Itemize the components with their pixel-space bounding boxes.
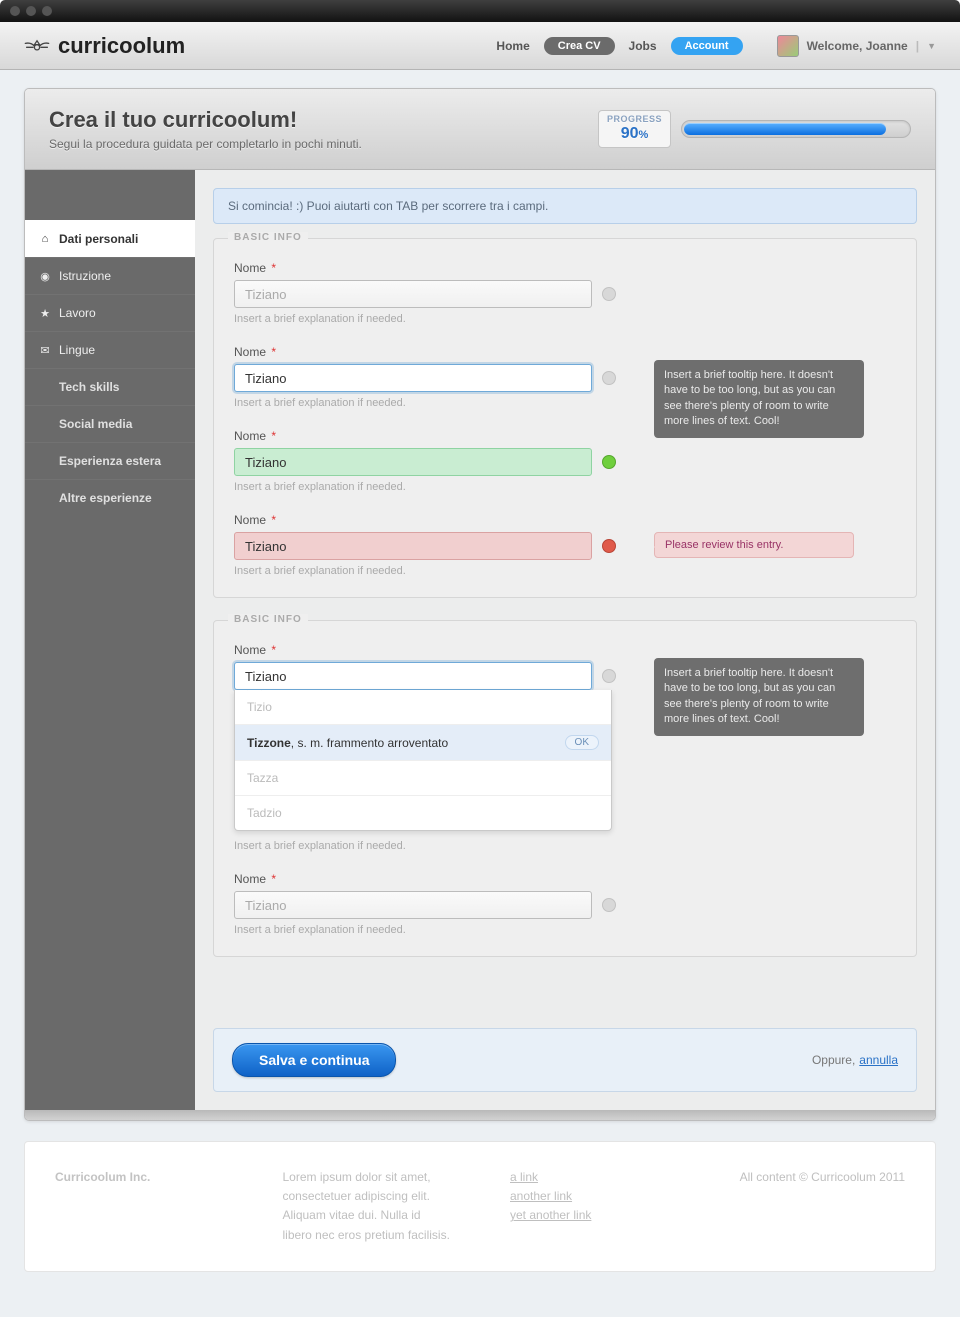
field-nome-default: Nome * Insert a brief explanation if nee… [234,261,896,325]
footer-link[interactable]: yet another link [510,1206,678,1225]
footer-lorem: Lorem ipsum dolor sit amet, consectetuer… [283,1168,451,1245]
sidebar-item-istruzione[interactable]: ◉Istruzione [25,257,195,294]
nome-input[interactable] [234,662,592,690]
footer-link[interactable]: a link [510,1168,678,1187]
nav-account[interactable]: Account [671,37,743,55]
autocomplete-dropdown: Tizio Tizzone, s. m. frammento arroventa… [234,690,612,831]
divider: | [916,39,919,53]
autocomplete-item-selected[interactable]: Tizzone, s. m. frammento arroventatoOK [235,724,611,760]
nav-crea-cv[interactable]: Crea CV [544,37,615,55]
sidebar-item-social-media[interactable]: Social media [25,405,195,442]
sidebar-item-lingue[interactable]: ✉Lingue [25,331,195,368]
traffic-light-min-icon[interactable] [26,6,36,16]
status-dot-icon [602,898,616,912]
home-icon: ⌂ [39,233,51,245]
field-hint: Insert a brief explanation if needed. [234,481,896,493]
status-dot-icon [602,371,616,385]
footer-link[interactable]: another link [510,1187,678,1206]
field-label: Nome * [234,429,896,443]
panel-footer-shadow [25,1110,935,1120]
sidebar-item-lavoro[interactable]: ★Lavoro [25,294,195,331]
chevron-down-icon: ▼ [927,41,936,51]
field-label: Nome * [234,513,896,527]
field-nome-autocomplete: Nome * Insert a brief tooltip here. It d… [234,643,896,852]
footer-copy: All content © Curricoolum 2011 [738,1168,906,1245]
footer-company: Curricoolum Inc. [55,1168,223,1187]
autocomplete-item[interactable]: Tadzio [235,795,611,830]
status-dot-ok-icon [602,455,616,469]
mail-icon: ✉ [39,344,51,356]
error-tooltip: Please review this entry. [654,532,854,558]
main-nav: Home Crea CV Jobs Account Welcome, Joann… [496,35,936,57]
progress-value: 90 [621,125,639,142]
legend: BASIC INFO [228,232,308,243]
field-hint: Insert a brief explanation if needed. [234,924,896,936]
avatar [777,35,799,57]
status-dot-icon [602,287,616,301]
panel-header: Crea il tuo curricoolum! Segui la proced… [25,89,935,170]
field-nome-error: Nome * Please review this entry. Insert … [234,513,896,577]
progress: PROGRESS 90% [598,110,911,147]
nome-input[interactable] [234,280,592,308]
field-hint: Insert a brief explanation if needed. [234,313,896,325]
wings-icon [24,37,50,55]
field-label: Nome * [234,643,896,657]
actions-bar: Salva e continua Oppure,annulla [213,1028,917,1092]
sidebar-item-tech-skills[interactable]: Tech skills [25,368,195,405]
brand-text: curricoolum [58,33,185,59]
nome-input[interactable] [234,448,592,476]
nav-jobs[interactable]: Jobs [629,39,657,53]
progress-fill [684,123,886,135]
cancel-link[interactable]: annulla [859,1053,898,1067]
nome-input[interactable] [234,532,592,560]
autocomplete-item[interactable]: Tizio [235,690,611,724]
field-nome-default-2: Nome * Insert a brief explanation if nee… [234,872,896,936]
sidebar-item-altre-esperienze[interactable]: Altre esperienze [25,479,195,516]
page-subtitle: Segui la procedura guidata per completar… [49,137,362,151]
status-dot-icon [602,669,616,683]
page-title: Crea il tuo curricoolum! [49,107,362,133]
traffic-light-close-icon[interactable] [10,6,20,16]
legend: BASIC INFO [228,614,308,625]
field-label: Nome * [234,261,896,275]
progress-label: PROGRESS [607,115,662,125]
fieldset-basic-info-1: BASIC INFO Nome * Insert a brief explana… [213,238,917,598]
nome-input[interactable] [234,891,592,919]
field-hint: Insert a brief explanation if needed. [234,840,896,852]
sidebar: ⌂Dati personali ◉Istruzione ★Lavoro ✉Lin… [25,170,195,1110]
field-nome-focus: Nome * Insert a brief tooltip here. It d… [234,345,896,409]
welcome-text: Welcome, Joanne [807,39,908,53]
status-dot-err-icon [602,539,616,553]
info-alert: Si comincia! :) Puoi aiutarti con TAB pe… [213,188,917,224]
main-content: Si comincia! :) Puoi aiutarti con TAB pe… [195,170,935,1110]
nome-input[interactable] [234,364,592,392]
star-icon: ★ [39,307,51,319]
tooltip: Insert a brief tooltip here. It doesn't … [654,360,864,438]
sidebar-item-esperienza-estera[interactable]: Esperienza estera [25,442,195,479]
sidebar-item-dati-personali[interactable]: ⌂Dati personali [24,220,195,257]
window-chrome [0,0,960,22]
fieldset-basic-info-2: BASIC INFO Nome * Insert a brief tooltip… [213,620,917,957]
topbar: curricoolum Home Crea CV Jobs Account We… [0,22,960,70]
traffic-light-max-icon[interactable] [42,6,52,16]
field-hint: Insert a brief explanation if needed. [234,565,896,577]
wizard-panel: Crea il tuo curricoolum! Segui la proced… [24,88,936,1121]
field-label: Nome * [234,345,896,359]
footer: Curricoolum Inc. Lorem ipsum dolor sit a… [24,1141,936,1272]
field-label: Nome * [234,872,896,886]
user-menu[interactable]: Welcome, Joanne | ▼ [777,35,936,57]
field-nome-success: Nome * Insert a brief explanation if nee… [234,429,896,493]
target-icon: ◉ [39,270,51,282]
progress-bar [681,120,911,138]
nav-home[interactable]: Home [496,39,529,53]
autocomplete-item[interactable]: Tazza [235,760,611,795]
autocomplete-ok-badge[interactable]: OK [565,735,599,750]
tooltip: Insert a brief tooltip here. It doesn't … [654,658,864,736]
save-continue-button[interactable]: Salva e continua [232,1043,396,1077]
logo[interactable]: curricoolum [24,33,185,59]
actions-or: Oppure,annulla [812,1053,898,1067]
